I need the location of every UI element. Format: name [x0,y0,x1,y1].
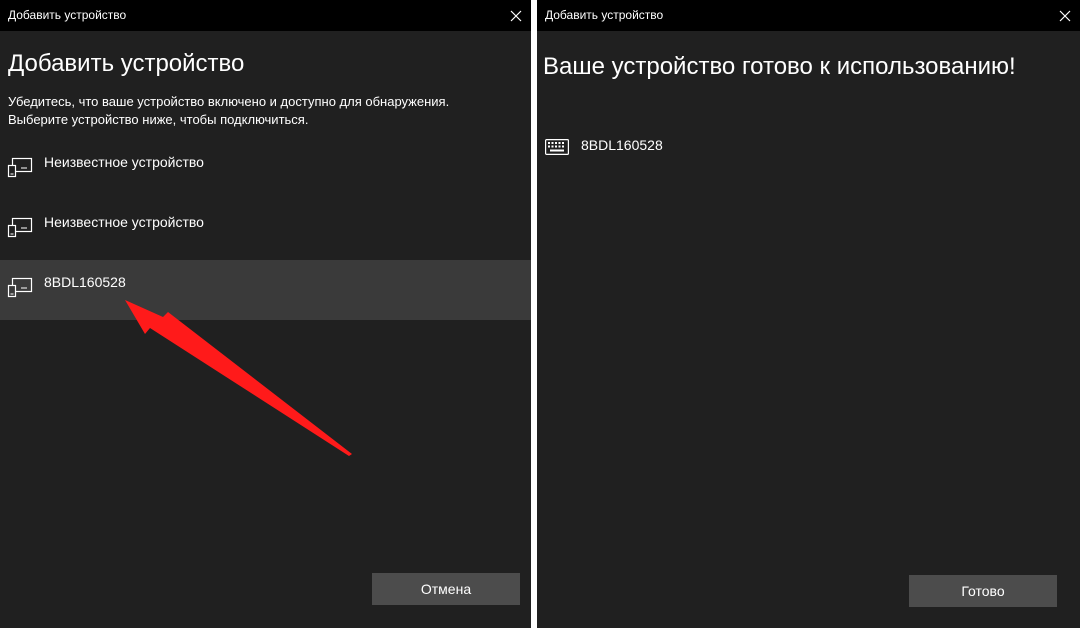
instruction-line-2: Выберите устройство ниже, чтобы подключи… [8,112,309,127]
connected-device-item: 8BDL160528 [545,134,1065,164]
instruction-line-1: Убедитесь, что ваше устройство включено … [8,94,450,109]
title-bar: Добавить устройство [0,0,531,31]
device-name: Неизвестное устройство [44,154,204,170]
device-ready-window: Добавить устройство Ваше устройство гото… [537,0,1080,628]
page-title: Ваше устройство готово к использованию! [543,53,1016,80]
title-bar: Добавить устройство [537,0,1080,31]
done-button[interactable]: Готово [909,575,1057,607]
cancel-button[interactable]: Отмена [372,573,520,605]
display-device-icon [7,216,33,243]
device-name: 8BDL160528 [581,137,663,153]
window-title: Добавить устройство [8,8,127,22]
device-list-item[interactable]: Неизвестное устройство [0,140,531,200]
keyboard-icon [545,139,569,160]
device-list-item-selected[interactable]: 8BDL160528 [0,260,531,320]
window-title: Добавить устройство [545,8,664,22]
device-name: Неизвестное устройство [44,214,204,230]
instructions-text: Убедитесь, что ваше устройство включено … [8,93,523,129]
display-device-icon [7,276,33,303]
close-icon[interactable] [501,0,531,31]
page-title: Добавить устройство [8,50,245,77]
close-icon[interactable] [1050,0,1080,31]
add-device-window: Добавить устройство Добавить устройство … [0,0,531,628]
device-name: 8BDL160528 [44,274,126,290]
device-list-item[interactable]: Неизвестное устройство [0,200,531,260]
display-device-icon [7,156,33,183]
